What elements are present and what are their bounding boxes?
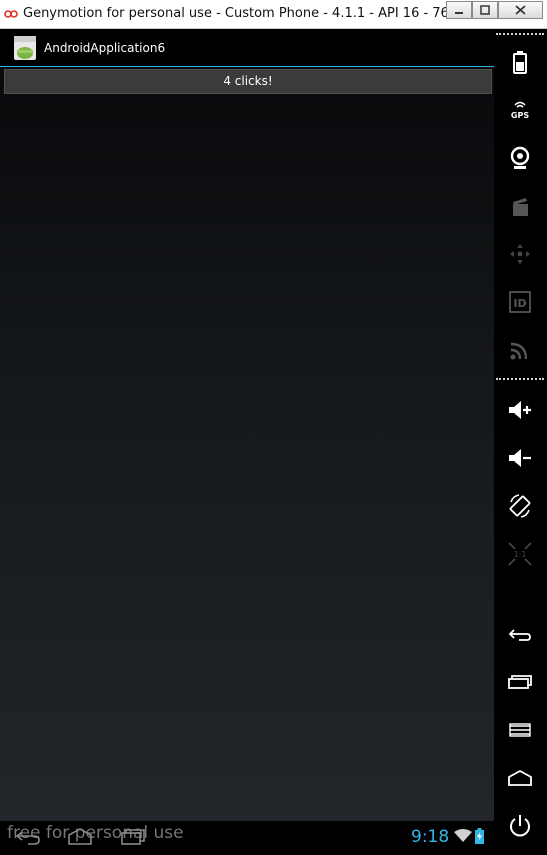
status-clock: 9:18 <box>411 827 450 847</box>
svg-text:1:1: 1:1 <box>514 550 527 559</box>
maximize-button[interactable] <box>472 1 498 19</box>
battery-icon[interactable] <box>507 49 533 75</box>
minimize-icon <box>455 12 463 14</box>
sidebar-divider-middle <box>496 378 544 380</box>
svg-text:GPS: GPS <box>511 111 529 120</box>
camera-icon[interactable] <box>507 145 533 171</box>
power-icon[interactable] <box>507 813 533 839</box>
recent-apps-icon[interactable] <box>507 669 533 695</box>
back-icon[interactable] <box>507 621 533 647</box>
volume-up-icon[interactable] <box>507 397 533 423</box>
app-title: AndroidApplication6 <box>44 41 166 55</box>
volume-down-icon[interactable] <box>507 445 533 471</box>
scale-icon[interactable]: 1:1 <box>507 541 533 567</box>
genymotion-logo-icon <box>4 10 18 18</box>
close-icon <box>515 5 526 15</box>
rotate-icon[interactable] <box>507 493 533 519</box>
dpad-icon[interactable] <box>507 241 533 267</box>
cast-icon[interactable] <box>507 337 533 363</box>
battery-status-icon <box>475 828 484 844</box>
genymotion-sidebar: GPS ID 1:1 <box>496 29 547 855</box>
window-titlebar: Genymotion for personal use - Custom Pho… <box>0 0 547 29</box>
device-id-icon[interactable]: ID <box>507 289 533 315</box>
svg-text:ID: ID <box>513 297 526 310</box>
watermark-text: free for personal use <box>7 823 184 843</box>
wifi-icon <box>454 829 472 842</box>
gps-icon[interactable]: GPS <box>507 97 533 123</box>
home-icon[interactable] <box>507 765 533 791</box>
android-app-icon <box>14 36 36 60</box>
click-counter-button[interactable]: 4 clicks! <box>4 69 492 94</box>
menu-icon[interactable] <box>507 717 533 743</box>
maximize-icon <box>480 5 490 15</box>
minimize-button[interactable] <box>446 1 472 19</box>
action-bar: AndroidApplication6 <box>0 29 494 67</box>
phone-screen: AndroidApplication6 4 clicks! free for p… <box>0 29 494 855</box>
close-button[interactable] <box>498 1 543 19</box>
capture-icon[interactable] <box>507 193 533 219</box>
sidebar-divider-top <box>496 33 544 35</box>
window-title: Genymotion for personal use - Custom Pho… <box>23 6 494 21</box>
